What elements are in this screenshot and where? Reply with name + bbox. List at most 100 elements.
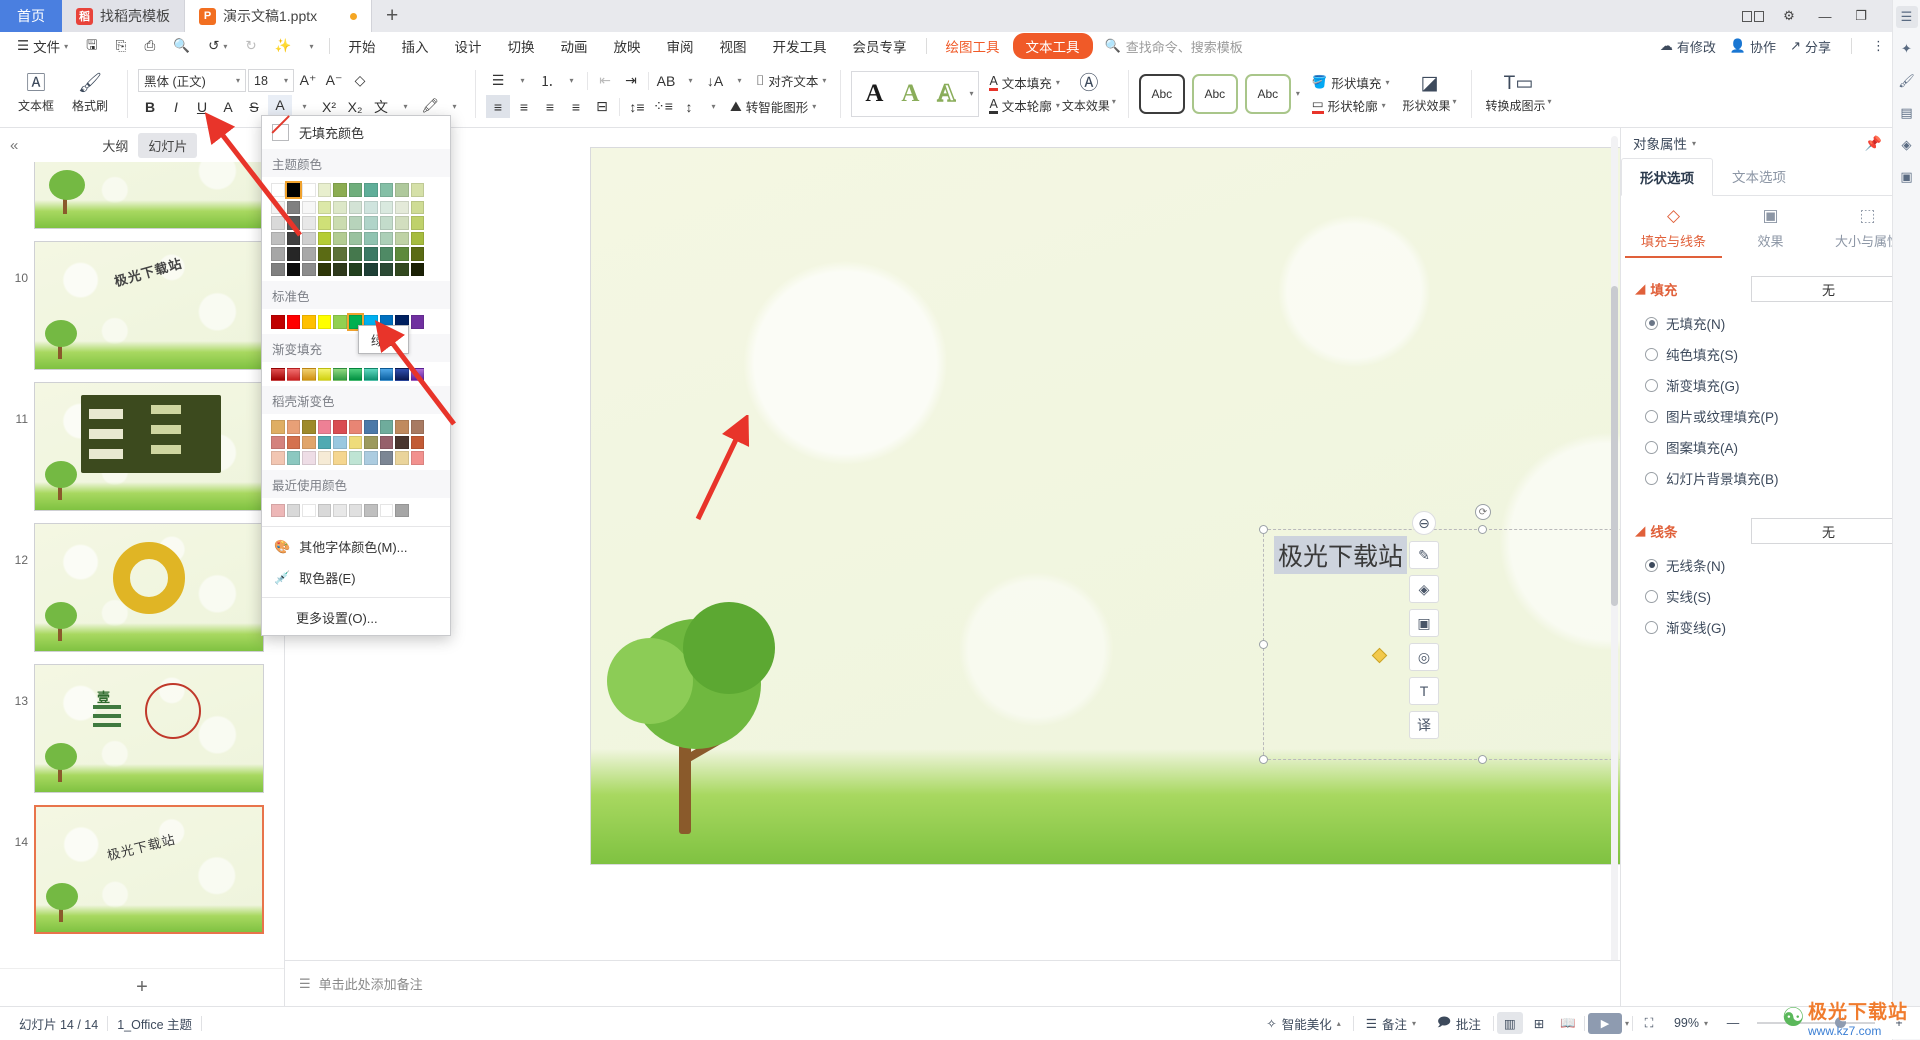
docer-swatch[interactable] (364, 420, 378, 434)
text-effect-button[interactable]: Ⓐ 文本效果 ▾ (1060, 64, 1118, 124)
smart-beautify-button[interactable]: ✧ 智能美化 ▴ (1257, 1014, 1350, 1033)
shape-outline-button[interactable]: ▭ 形状轮廓 ▾ (1311, 96, 1390, 115)
theme-swatch[interactable] (410, 247, 424, 261)
theme-swatch[interactable] (379, 216, 393, 230)
menu-tab-slideshow[interactable]: 放映 (601, 33, 654, 59)
pen-icon[interactable]: ✎ (1409, 541, 1439, 569)
menu-tab-design[interactable]: 设计 (442, 33, 495, 59)
subtab-effects[interactable]: ▣ 效果 (1722, 206, 1819, 258)
theme-swatch[interactable] (348, 247, 362, 261)
zoom-level-label[interactable]: 99% ▾ (1665, 1016, 1717, 1030)
docer-swatch[interactable] (395, 451, 409, 465)
theme-swatch[interactable] (410, 216, 424, 230)
theme-colors-grid[interactable] (262, 177, 450, 281)
menu-tab-text-tools[interactable]: 文本工具 (1012, 33, 1093, 59)
shape-style-3[interactable]: Abc (1244, 73, 1291, 114)
minimize-button[interactable]: — (1808, 1, 1842, 31)
selected-text[interactable]: 极光下载站 (1274, 536, 1408, 574)
theme-swatch[interactable] (364, 200, 378, 214)
justify-button[interactable]: ≡ (564, 95, 588, 118)
bullet-list-button[interactable]: ☰ (486, 69, 510, 92)
gradient-swatch[interactable] (395, 367, 409, 381)
cloud-sync-status[interactable]: ☁ 有修改 (1660, 37, 1716, 56)
star-icon[interactable]: ✦ (1896, 38, 1918, 60)
menu-tab-insert[interactable]: 插入 (389, 33, 442, 59)
docer-swatch[interactable] (333, 435, 347, 449)
split-view-icon[interactable] (1736, 1, 1770, 31)
theme-swatch[interactable] (410, 262, 424, 276)
theme-swatch[interactable] (348, 262, 362, 276)
theme-swatch[interactable] (395, 216, 409, 230)
clear-formatting-icon[interactable]: ◇ (348, 69, 372, 92)
tab-presentation-file[interactable]: P 演示文稿1.pptx (185, 0, 373, 32)
docer-swatch[interactable] (348, 435, 362, 449)
shape-style-expand-icon[interactable]: ▾ (1296, 89, 1300, 98)
wordart-gallery[interactable]: A A A ▾ (851, 70, 980, 117)
start-slideshow-button[interactable]: ▶ (1587, 1012, 1622, 1034)
theme-swatch[interactable] (286, 200, 300, 214)
sort-button[interactable]: ↓A (703, 69, 727, 92)
format-painter-button[interactable]: 🖌 格式刷 (63, 64, 117, 124)
distribute-button[interactable]: ⊟ (590, 95, 614, 118)
comments-button[interactable]: 🗩 批注 (1428, 1013, 1490, 1034)
eraser-icon[interactable]: ◈ (1409, 575, 1439, 603)
theme-swatch[interactable] (286, 247, 300, 261)
docer-swatch[interactable] (333, 420, 347, 434)
standard-swatch[interactable] (333, 315, 347, 329)
canvas-scrollbar[interactable] (1611, 136, 1618, 998)
gradient-swatch[interactable] (317, 367, 331, 381)
save-as-icon[interactable]: ⎘ (107, 33, 136, 59)
theme-swatch[interactable] (348, 200, 362, 214)
gradient-swatch[interactable] (302, 367, 316, 381)
shape-effect-button[interactable]: ◪ 形状效果 ▾ (1397, 64, 1461, 124)
theme-swatch[interactable] (379, 262, 393, 276)
fill-preset-select[interactable]: 无 ▾ (1751, 276, 1906, 302)
docer-swatch[interactable] (410, 420, 424, 434)
docer-swatch[interactable] (364, 451, 378, 465)
decrease-font-size-button[interactable]: A⁻ (322, 69, 346, 92)
docer-swatch[interactable] (379, 420, 393, 434)
list-item[interactable]: 13 壹 (8, 664, 284, 793)
file-menu-button[interactable]: ☰ 文件 ▾ (8, 33, 77, 59)
paragraph-spacing-button[interactable]: ⁘≡ (651, 95, 675, 118)
theme-swatch[interactable] (271, 216, 285, 230)
docer-gradient-grid[interactable] (262, 414, 450, 470)
theme-swatch[interactable] (333, 183, 347, 197)
theme-swatch[interactable] (379, 183, 393, 197)
menu-tab-animation[interactable]: 动画 (548, 33, 601, 59)
theme-swatch[interactable] (271, 262, 285, 276)
fill-option-pattern[interactable]: 图案填充(A) (1635, 437, 1906, 457)
recent-swatch[interactable] (348, 503, 362, 517)
theme-swatch-selected[interactable] (284, 181, 302, 199)
tab-slides[interactable]: 幻灯片 (138, 132, 198, 158)
theme-swatch[interactable] (348, 183, 362, 197)
slide-thumbnail[interactable]: 壹 (34, 664, 264, 793)
pin-icon[interactable]: 📌 (1865, 135, 1882, 152)
theme-swatch[interactable] (395, 262, 409, 276)
gradient-swatch[interactable] (271, 367, 285, 381)
normal-view-icon[interactable]: ▥ (1496, 1012, 1523, 1034)
gradient-swatch[interactable] (364, 367, 378, 381)
docer-swatch[interactable] (317, 435, 331, 449)
theme-swatch[interactable] (395, 247, 409, 261)
theme-swatch[interactable] (302, 247, 316, 261)
resize-handle-n[interactable] (1478, 525, 1487, 534)
save-icon[interactable]: 🖫 (77, 33, 107, 59)
slideshow-options-arrow[interactable]: ▾ (1625, 1019, 1629, 1028)
new-tab-button[interactable]: + (372, 0, 412, 32)
subtab-fill-line[interactable]: ◇ 填充与线条 (1625, 206, 1722, 258)
convert-smartart-button[interactable]: ⛰ 转智能图形 ▾ (726, 95, 820, 118)
reading-view-icon[interactable]: 📖 (1555, 1012, 1581, 1034)
theme-swatch[interactable] (395, 200, 409, 214)
theme-swatch[interactable] (333, 231, 347, 245)
text-icon[interactable]: T (1409, 677, 1439, 705)
theme-swatch[interactable] (364, 262, 378, 276)
list-item[interactable]: 10 极光下载站 (8, 241, 284, 370)
chevron-down-icon[interactable]: ▾ (1692, 139, 1696, 148)
other-font-colors-item[interactable]: 🎨 其他字体颜色(M)... (262, 531, 450, 562)
format-painter-icon[interactable]: ✨ (266, 33, 301, 59)
docer-swatch[interactable] (271, 435, 285, 449)
font-color-dropdown[interactable]: 无填充颜色 主题颜色 标准色 渐变填充 稻壳渐变色 最近使用颜色 🎨 其他字体颜… (261, 115, 451, 636)
recent-swatch[interactable] (364, 503, 378, 517)
menu-tab-start[interactable]: 开始 (336, 33, 389, 59)
